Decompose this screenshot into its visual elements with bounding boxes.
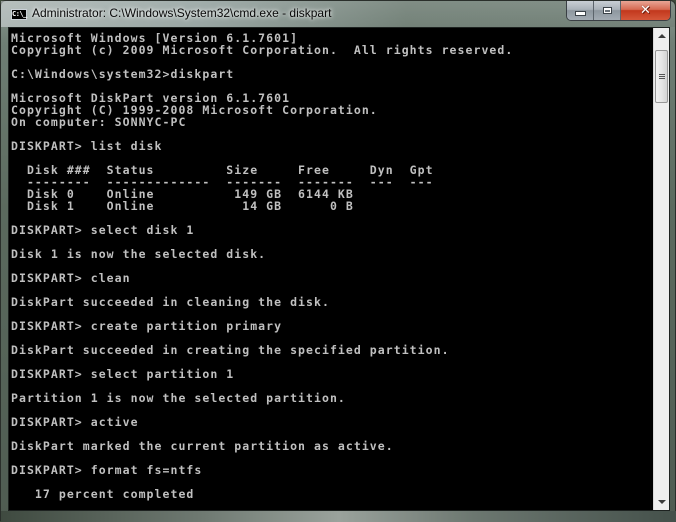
- grip-icon: [658, 74, 665, 75]
- console-line: DISKPART> select partition 1: [11, 367, 235, 381]
- cmd-icon[interactable]: C:\_: [11, 9, 27, 20]
- vertical-scrollbar[interactable]: [653, 28, 669, 510]
- console-line: Partition 1 is now the selected partitio…: [11, 391, 346, 405]
- console-line: DISKPART> create partition primary: [11, 319, 283, 333]
- window-bottom-border: [1, 511, 676, 522]
- console-output[interactable]: Microsoft Windows [Version 6.1.7601] Copy…: [9, 28, 653, 510]
- grip-icon: [658, 76, 665, 77]
- close-icon: ✕: [640, 3, 651, 18]
- caption-buttons: ✕: [566, 1, 671, 21]
- scroll-up-button[interactable]: [654, 28, 670, 44]
- console-line: DISKPART> format fs=ntfs: [11, 463, 203, 477]
- console-line: DISKPART> select disk 1: [11, 223, 195, 237]
- scroll-down-button[interactable]: [654, 494, 670, 510]
- console-line: Disk 1 Online 14 GB 0 B: [11, 199, 354, 213]
- console-text: Microsoft Windows [Version 6.1.7601] Copy…: [11, 32, 513, 500]
- cmd-window: C:\_ Administrator: C:\Windows\System32\…: [0, 0, 676, 522]
- console-line: DISKPART> clean: [11, 271, 131, 285]
- console-line: DiskPart succeeded in cleaning the disk.: [11, 295, 330, 309]
- console-line: DiskPart marked the current partition as…: [11, 439, 394, 453]
- minimize-button[interactable]: [567, 1, 594, 20]
- window-title: Administrator: C:\Windows\System32\cmd.e…: [32, 6, 332, 20]
- console-line: DiskPart succeeded in creating the speci…: [11, 343, 450, 357]
- minimize-icon: [574, 11, 586, 16]
- close-button[interactable]: ✕: [621, 1, 670, 20]
- console-line: DISKPART> active: [11, 415, 139, 429]
- console-line: Copyright (c) 2009 Microsoft Corporation…: [11, 43, 514, 57]
- maximize-icon: [602, 7, 612, 14]
- console-line: DISKPART> list disk: [11, 139, 163, 153]
- console-frame: Microsoft Windows [Version 6.1.7601] Copy…: [8, 27, 670, 511]
- console-line: 17 percent completed: [11, 487, 195, 501]
- console-line: Disk 1 is now the selected disk.: [11, 247, 267, 261]
- scroll-up-arrow-icon: [658, 34, 666, 38]
- scroll-down-arrow-icon: [658, 500, 666, 504]
- grip-icon: [658, 78, 665, 79]
- console-line: C:\Windows\system32>diskpart: [11, 67, 235, 81]
- scrollbar-thumb[interactable]: [655, 50, 668, 103]
- console-line: On computer: SONNYC-PC: [11, 115, 187, 129]
- maximize-button[interactable]: [594, 1, 621, 20]
